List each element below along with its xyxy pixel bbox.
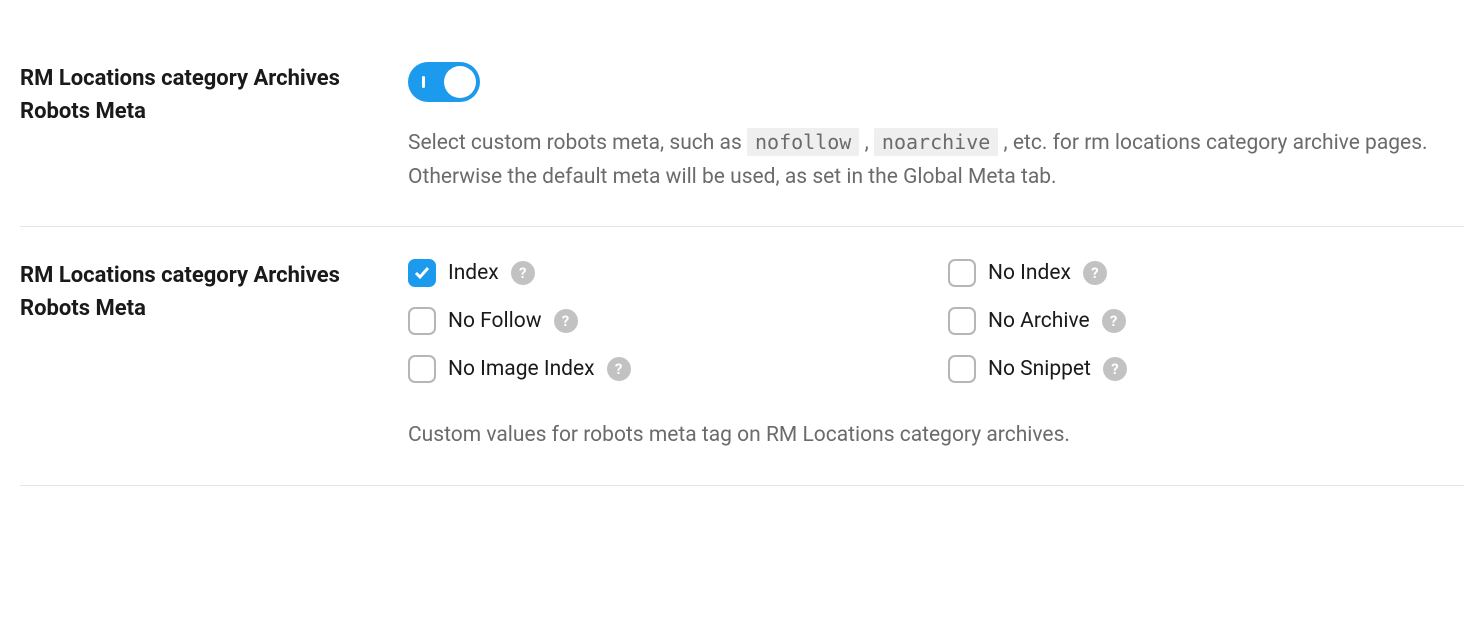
robots-meta-toggle[interactable] bbox=[408, 62, 480, 102]
checkbox-label: No Follow bbox=[448, 309, 542, 333]
help-icon[interactable]: ? bbox=[1102, 309, 1126, 333]
robots-meta-options-section: RM Locations category Archives Robots Me… bbox=[20, 227, 1464, 485]
checkbox-label: No Snippet bbox=[988, 357, 1091, 381]
checkbox-no-image-index[interactable] bbox=[408, 355, 436, 383]
checkbox-row-index: Index ? bbox=[408, 259, 924, 287]
checkbox-label: Index bbox=[448, 261, 499, 285]
code-nofollow: nofollow bbox=[747, 128, 859, 156]
section-content: Select custom robots meta, such as nofol… bbox=[408, 62, 1464, 194]
code-noarchive: noarchive bbox=[874, 128, 998, 156]
checkbox-grid: Index ? No Index ? No Follow ? bbox=[408, 259, 1464, 383]
help-icon[interactable]: ? bbox=[511, 261, 535, 285]
desc-text: Select custom robots meta, such as bbox=[408, 131, 747, 155]
check-icon bbox=[414, 265, 430, 281]
checkbox-row-no-archive: No Archive ? bbox=[948, 307, 1464, 335]
help-icon[interactable]: ? bbox=[1103, 357, 1127, 381]
checkbox-no-archive[interactable] bbox=[948, 307, 976, 335]
desc-text: , bbox=[865, 131, 874, 155]
checkbox-row-no-index: No Index ? bbox=[948, 259, 1464, 287]
checkbox-no-snippet[interactable] bbox=[948, 355, 976, 383]
checkbox-label: No Index bbox=[988, 261, 1071, 285]
checkbox-row-no-follow: No Follow ? bbox=[408, 307, 924, 335]
checkbox-label: No Image Index bbox=[448, 357, 595, 381]
divider bbox=[20, 485, 1464, 486]
options-description: Custom values for robots meta tag on RM … bbox=[408, 419, 1464, 453]
help-icon[interactable]: ? bbox=[554, 309, 578, 333]
help-icon[interactable]: ? bbox=[607, 357, 631, 381]
section-label: RM Locations category Archives Robots Me… bbox=[20, 62, 360, 194]
toggle-knob bbox=[444, 66, 476, 98]
section-label: RM Locations category Archives Robots Me… bbox=[20, 259, 360, 453]
checkbox-row-no-snippet: No Snippet ? bbox=[948, 355, 1464, 383]
toggle-description: Select custom robots meta, such as nofol… bbox=[408, 126, 1464, 194]
checkbox-no-follow[interactable] bbox=[408, 307, 436, 335]
checkbox-index[interactable] bbox=[408, 259, 436, 287]
help-icon[interactable]: ? bbox=[1083, 261, 1107, 285]
checkbox-row-no-image-index: No Image Index ? bbox=[408, 355, 924, 383]
section-content: Index ? No Index ? No Follow ? bbox=[408, 259, 1464, 453]
checkbox-no-index[interactable] bbox=[948, 259, 976, 287]
checkbox-label: No Archive bbox=[988, 309, 1090, 333]
robots-meta-toggle-section: RM Locations category Archives Robots Me… bbox=[20, 30, 1464, 226]
